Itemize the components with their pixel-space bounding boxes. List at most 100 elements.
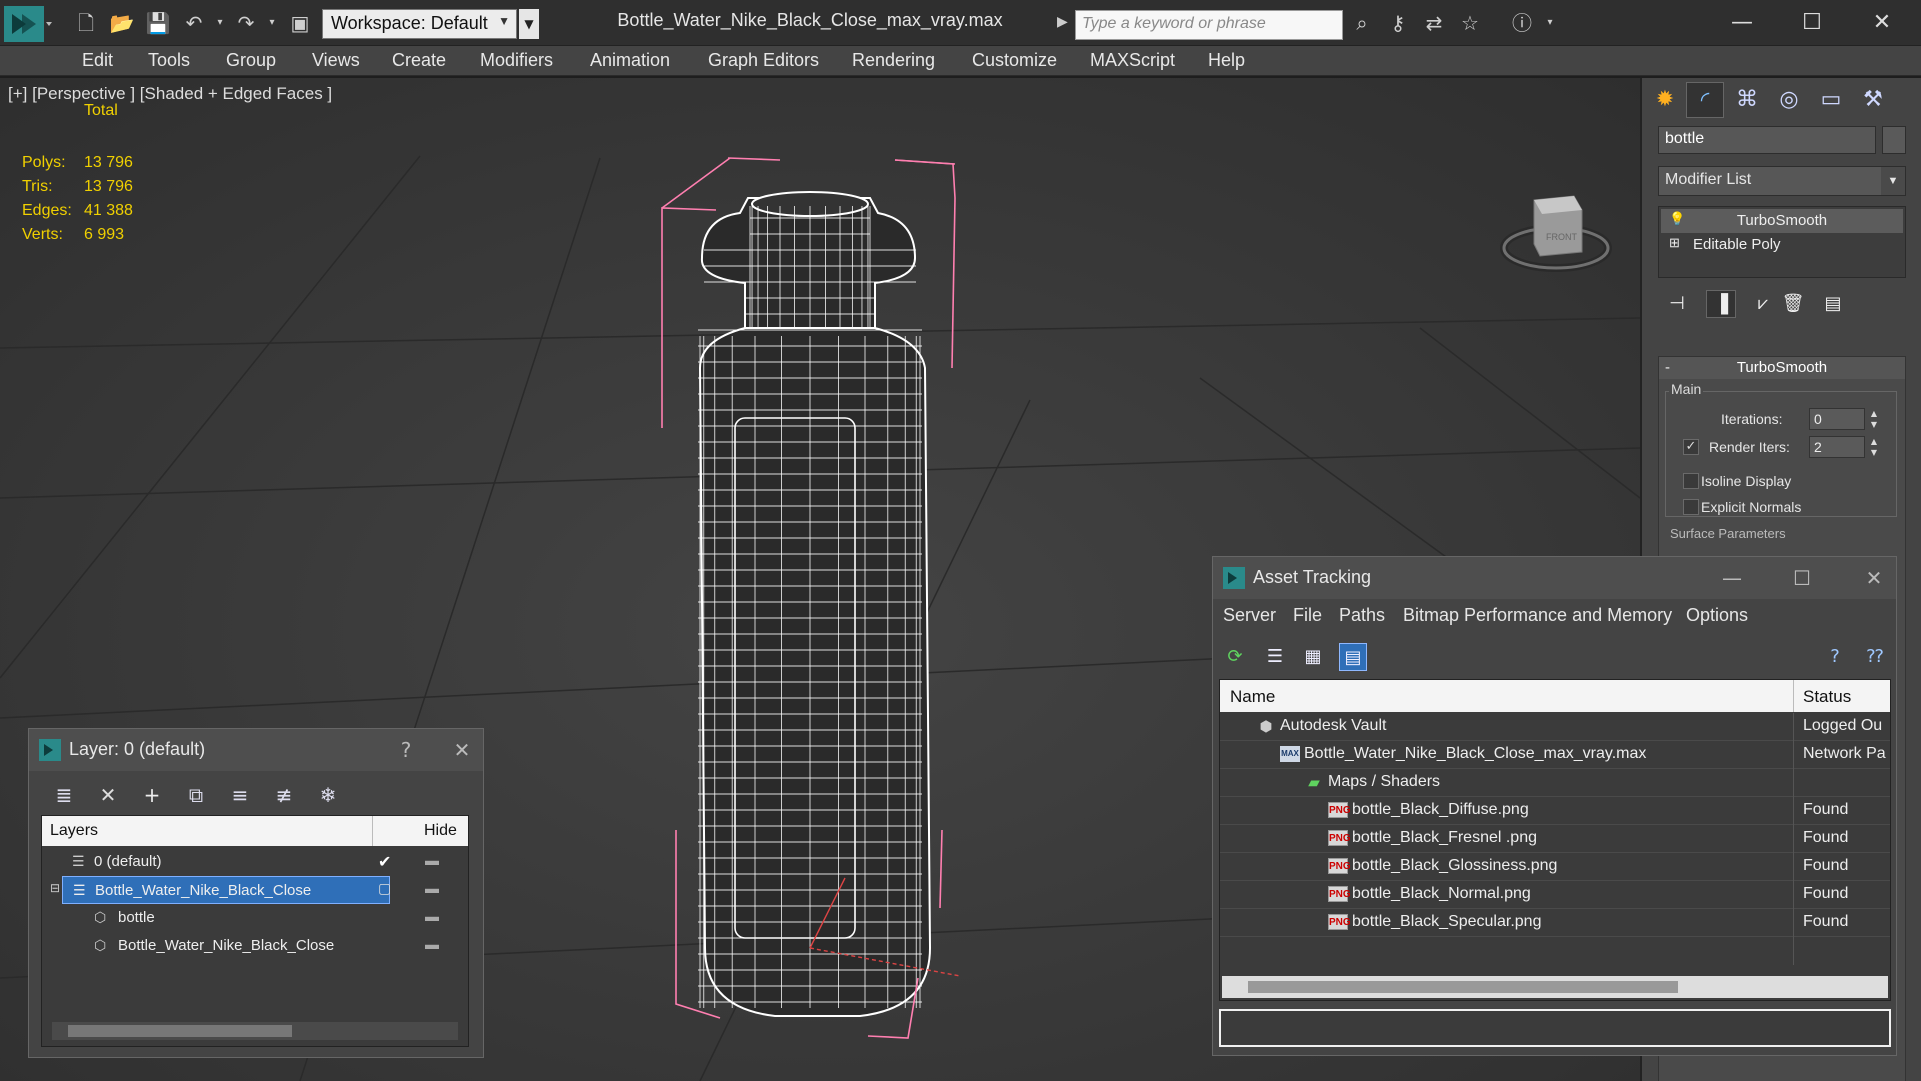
asset-row-specular[interactable]: PNG bottle_Black_Specular.png Found — [1220, 909, 1890, 937]
maximize-icon[interactable]: ☐ — [1789, 565, 1815, 591]
column-divider[interactable] — [372, 816, 373, 846]
modify-tab-icon[interactable]: ◜ — [1686, 82, 1724, 118]
new-layer-icon[interactable]: ≣ — [49, 781, 79, 809]
render-iters-checkbox[interactable]: ✓ — [1683, 439, 1699, 455]
hierarchy-tab-icon[interactable]: ⌘ — [1728, 82, 1766, 118]
star-icon[interactable]: ☆ — [1456, 10, 1484, 36]
close-icon[interactable]: ✕ — [449, 737, 475, 763]
new-file-icon[interactable]: 🗋 — [72, 10, 100, 36]
layer-row-default[interactable]: ☰ 0 (default) ✔ ▬ — [42, 848, 468, 876]
undo-icon[interactable]: ↶ — [180, 10, 208, 36]
viewport-label[interactable]: [+] [Perspective ] [Shaded + Edged Faces… — [8, 84, 332, 104]
menu-graph-editors[interactable]: Graph Editors — [708, 50, 819, 71]
collapse-minus-icon[interactable]: ⊟ — [50, 881, 60, 895]
asset-row-max-file[interactable]: MAX Bottle_Water_Nike_Black_Close_max_vr… — [1220, 741, 1890, 769]
context-help-icon[interactable]: ⁇ — [1861, 643, 1889, 671]
key-icon[interactable]: ⚷ — [1384, 10, 1412, 36]
close-icon[interactable]: ✕ — [1861, 565, 1887, 591]
hide-toggle[interactable]: ▬ — [422, 936, 442, 952]
remove-modifier-icon[interactable]: 🗑 — [1778, 290, 1808, 318]
motion-tab-icon[interactable]: ◎ — [1770, 82, 1808, 118]
hide-toggle[interactable]: ▬ — [422, 852, 442, 868]
project-folder-icon[interactable]: ▣ — [286, 10, 314, 36]
menu-create[interactable]: Create — [392, 50, 446, 71]
col-status[interactable]: Status — [1803, 687, 1851, 707]
col-name[interactable]: Name — [1230, 687, 1275, 707]
hide-toggle[interactable]: ▬ — [422, 880, 442, 896]
object-row-bottle-group[interactable]: ⬡ Bottle_Water_Nike_Black_Close ▬ — [42, 932, 468, 960]
scrollbar-thumb[interactable] — [68, 1025, 292, 1037]
stack-item-editable-poly[interactable]: ⊞ Editable Poly — [1661, 233, 1903, 257]
menu-edit[interactable]: Edit — [82, 50, 113, 71]
menu-maxscript[interactable]: MAXScript — [1090, 50, 1175, 71]
pin-stack-icon[interactable]: ⊣ — [1662, 290, 1692, 318]
app-logo-icon[interactable] — [4, 6, 52, 42]
object-color-swatch[interactable] — [1882, 126, 1906, 154]
select-in-layer-icon[interactable]: ⧉ — [181, 781, 211, 809]
workspace-select[interactable]: Workspace: Default ▼ — [322, 9, 517, 39]
menu-tools[interactable]: Tools — [148, 50, 190, 71]
layer-box-icon[interactable]: ▢ — [378, 880, 391, 897]
thumbnail-view-icon[interactable]: ▦ — [1299, 643, 1327, 671]
make-unique-icon[interactable]: ⩗ — [1748, 290, 1778, 318]
menu-paths[interactable]: Paths — [1339, 605, 1385, 626]
minimize-icon[interactable]: — — [1719, 565, 1745, 591]
render-iters-spinner[interactable]: 2 — [1809, 436, 1865, 458]
close-icon[interactable]: ✕ — [1860, 6, 1904, 40]
turbosmooth-rollout-header[interactable]: - TurboSmooth — [1659, 357, 1905, 379]
menu-bitmap-performance[interactable]: Bitmap Performance and Memory — [1403, 605, 1672, 626]
minimize-icon[interactable]: — — [1720, 6, 1764, 40]
maximize-icon[interactable]: ☐ — [1790, 6, 1834, 40]
menu-file[interactable]: File — [1293, 605, 1322, 626]
hide-toggle[interactable]: ▬ — [422, 908, 442, 924]
asset-path-field[interactable] — [1219, 1009, 1891, 1047]
menu-views[interactable]: Views — [312, 50, 360, 71]
current-layer-check-icon[interactable]: ✔ — [378, 852, 391, 872]
layer-dialog-titlebar[interactable]: Layer: 0 (default) ? ✕ — [29, 729, 483, 771]
display-tab-icon[interactable]: ▭ — [1812, 82, 1850, 118]
search-input[interactable]: Type a keyword or phrase — [1075, 10, 1343, 40]
highlight-selected-icon[interactable]: ≡ — [225, 781, 255, 809]
object-name-field[interactable]: bottle — [1658, 126, 1876, 154]
search-expand-icon[interactable]: ▶ — [1057, 14, 1068, 30]
asset-row-diffuse[interactable]: PNG bottle_Black_Diffuse.png Found — [1220, 797, 1890, 825]
open-file-icon[interactable]: 📂 — [108, 10, 136, 36]
asset-row-fresnel[interactable]: PNG bottle_Black_Fresnel .png Found — [1220, 825, 1890, 853]
menu-customize[interactable]: Customize — [972, 50, 1057, 71]
menu-help[interactable]: Help — [1208, 50, 1245, 71]
workspace-menu-button[interactable]: ▼ — [519, 9, 539, 39]
utilities-tab-icon[interactable]: ⚒ — [1854, 82, 1892, 118]
menu-server[interactable]: Server — [1223, 605, 1276, 626]
refresh-icon[interactable]: ⟳ — [1221, 643, 1249, 671]
undo-dropdown-icon[interactable]: ▾ — [206, 10, 234, 36]
render-iters-spin-arrows-icon[interactable]: ▲ ▼ — [1867, 436, 1881, 458]
asset-row-glossiness[interactable]: PNG bottle_Black_Glossiness.png Found — [1220, 853, 1890, 881]
col-hide[interactable]: Hide — [424, 822, 457, 840]
col-layers[interactable]: Layers — [50, 822, 98, 840]
create-tab-icon[interactable]: ✹ — [1646, 82, 1684, 118]
collapse-icon[interactable]: - — [1665, 357, 1670, 379]
asset-dialog-titlebar[interactable]: Asset Tracking — ☐ ✕ — [1213, 557, 1896, 599]
stack-item-turbosmooth[interactable]: 💡 TurboSmooth — [1661, 209, 1903, 233]
horizontal-scrollbar[interactable] — [52, 1022, 458, 1040]
help-icon[interactable]: ? — [393, 737, 419, 763]
scrollbar-thumb[interactable] — [1248, 981, 1678, 993]
binoculars-icon[interactable]: ⌕ — [1348, 10, 1376, 36]
isoline-display-checkbox[interactable] — [1683, 473, 1699, 489]
hide-all-layers-icon[interactable]: ≢ — [269, 781, 299, 809]
object-row-bottle[interactable]: ⬡ bottle ▬ — [42, 904, 468, 932]
exchange-icon[interactable]: ⇄ — [1420, 10, 1448, 36]
iterations-spin-arrows-icon[interactable]: ▲ ▼ — [1867, 408, 1881, 430]
add-to-layer-icon[interactable]: + — [137, 781, 167, 809]
menu-group[interactable]: Group — [226, 50, 276, 71]
help-icon[interactable]: ? — [1821, 643, 1849, 671]
delete-layer-icon[interactable]: ✕ — [93, 781, 123, 809]
save-file-icon[interactable]: 💾 — [144, 10, 172, 36]
show-end-result-icon[interactable]: ▐ — [1706, 290, 1736, 318]
column-divider[interactable] — [1793, 680, 1794, 712]
asset-row-normal[interactable]: PNG bottle_Black_Normal.png Found — [1220, 881, 1890, 909]
list-view-icon[interactable]: ☰ — [1261, 643, 1289, 671]
redo-dropdown-icon[interactable]: ▾ — [258, 10, 286, 36]
menu-animation[interactable]: Animation — [590, 50, 670, 71]
freeze-all-layers-icon[interactable]: ❄ — [313, 781, 343, 809]
